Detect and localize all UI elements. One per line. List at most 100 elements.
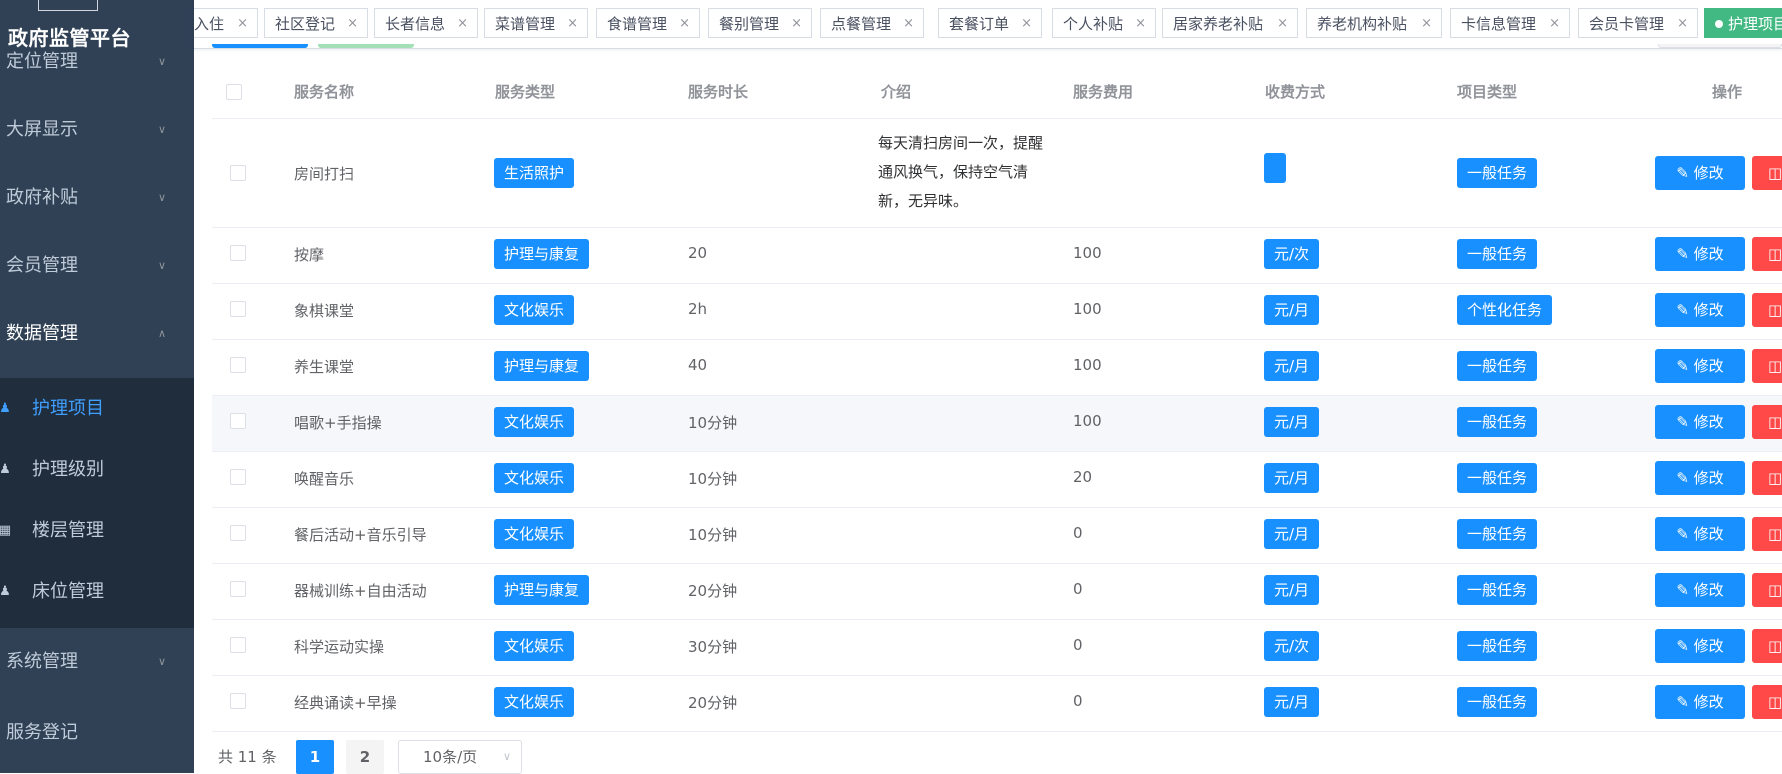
- edit-button[interactable]: ✎ 修改: [1655, 293, 1745, 327]
- row-checkbox[interactable]: [230, 637, 246, 653]
- close-icon[interactable]: ×: [567, 9, 578, 39]
- tag-institution-subsidy[interactable]: 养老机构补贴 ×: [1306, 8, 1442, 38]
- close-icon[interactable]: ×: [457, 9, 468, 39]
- edit-button[interactable]: ✎ 修改: [1655, 517, 1745, 551]
- tag-home-care-subsidy[interactable]: 居家养老补贴 ×: [1162, 8, 1298, 38]
- edit-label: 修改: [1693, 637, 1724, 655]
- menu-label: 数据管理: [6, 323, 78, 344]
- type-badge: 护理与康复: [494, 575, 590, 605]
- cell-fee: 0: [1073, 692, 1083, 710]
- tag-elder-info[interactable]: 长者信息 ×: [374, 8, 478, 38]
- close-icon[interactable]: ×: [903, 9, 914, 39]
- menu-member[interactable]: 会员管理 ∨: [0, 238, 194, 294]
- close-icon[interactable]: ×: [1021, 9, 1032, 39]
- edit-button[interactable]: ✎ 修改: [1655, 629, 1745, 663]
- tag-community-register[interactable]: 社区登记 ×: [264, 8, 368, 38]
- edit-button[interactable]: ✎ 修改: [1655, 405, 1745, 439]
- toolbar-button-partial[interactable]: [212, 44, 308, 48]
- row-checkbox[interactable]: [230, 581, 246, 597]
- tag-order-manage[interactable]: 点餐管理 ×: [820, 8, 924, 38]
- tag-recipe-manage[interactable]: 食谱管理 ×: [596, 8, 700, 38]
- tag-personal-subsidy[interactable]: 个人补贴 ×: [1052, 8, 1156, 38]
- charge-badge: 元/次: [1264, 239, 1320, 269]
- close-icon[interactable]: ×: [1135, 9, 1146, 39]
- edit-button[interactable]: ✎ 修改: [1655, 461, 1745, 495]
- page-button-1[interactable]: 1: [296, 740, 334, 774]
- delete-button[interactable]: ◫: [1752, 405, 1782, 439]
- table-row: 唱歌+手指操 文化娱乐 10分钟 100 元/月 一般任务 ✎ 修改 ◫: [212, 396, 1782, 452]
- row-checkbox[interactable]: [230, 165, 246, 181]
- sidebar-item-nursing-level[interactable]: ♟ 护理级别: [0, 439, 194, 501]
- tag-dish-manage[interactable]: 菜谱管理 ×: [484, 8, 588, 38]
- sidebar-item-floor[interactable]: ▦ 楼层管理: [0, 500, 194, 562]
- select-all-checkbox[interactable]: [226, 84, 242, 100]
- type-badge: 文化娱乐: [494, 687, 575, 717]
- row-checkbox[interactable]: [230, 525, 246, 541]
- menu-gov-subsidy[interactable]: 政府补贴 ∨: [0, 170, 194, 226]
- cell-duration: 20分钟: [688, 694, 738, 712]
- tag-label: 社区登记: [275, 15, 336, 33]
- tag-package-order[interactable]: 套餐订单 ×: [938, 8, 1042, 38]
- close-icon[interactable]: ×: [1677, 9, 1688, 39]
- delete-button[interactable]: ◫: [1752, 461, 1782, 495]
- project-badge: 一般任务: [1457, 239, 1538, 269]
- type-badge: 生活照护: [494, 158, 575, 188]
- edit-button[interactable]: ✎ 修改: [1655, 685, 1745, 719]
- page-size-select[interactable]: 10条/页 ∨: [398, 740, 522, 774]
- delete-button[interactable]: ◫: [1752, 629, 1782, 663]
- row-checkbox[interactable]: [230, 357, 246, 373]
- tag-meal-type[interactable]: 餐别管理 ×: [708, 8, 812, 38]
- sidebar-item-nursing-project[interactable]: ♟ 护理项目: [0, 378, 194, 440]
- delete-button[interactable]: ◫: [1752, 517, 1782, 551]
- row-checkbox[interactable]: [230, 413, 246, 429]
- tag-checkin[interactable]: 入住 ×: [194, 8, 258, 38]
- charge-badge: 元/月: [1264, 351, 1320, 381]
- submenu-data: ♟ 护理项目 ♟ 护理级别 ▦ 楼层管理 ♟ 床位管理: [0, 378, 194, 628]
- table-header: 服务名称 服务类型 服务时长 介绍 服务费用 收费方式 项目类型 操作: [212, 50, 1782, 119]
- close-icon[interactable]: ×: [679, 9, 690, 39]
- cell-fee: 100: [1073, 412, 1102, 430]
- row-checkbox[interactable]: [230, 245, 246, 261]
- page-button-2[interactable]: 2: [346, 740, 384, 774]
- person-icon: ♟: [0, 462, 11, 477]
- row-checkbox[interactable]: [230, 301, 246, 317]
- close-icon[interactable]: ×: [237, 9, 248, 39]
- sidebar-item-bed[interactable]: ♟ 床位管理: [0, 561, 194, 623]
- tag-nursing-project[interactable]: 护理项目: [1704, 8, 1782, 38]
- delete-button[interactable]: ◫: [1752, 685, 1782, 719]
- close-icon[interactable]: ×: [347, 9, 358, 39]
- tag-label: 餐别管理: [719, 15, 780, 33]
- menu-system[interactable]: 系统管理 ∨: [0, 634, 194, 690]
- table-row: 科学运动实操 文化娱乐 30分钟 0 元/次 一般任务 ✎ 修改 ◫: [212, 620, 1782, 676]
- edit-button[interactable]: ✎ 修改: [1655, 237, 1745, 271]
- tag-label: 个人补贴: [1063, 15, 1124, 33]
- edit-button[interactable]: ✎ 修改: [1655, 156, 1745, 190]
- edit-button[interactable]: ✎ 修改: [1655, 349, 1745, 383]
- row-checkbox[interactable]: [230, 693, 246, 709]
- row-checkbox[interactable]: [230, 469, 246, 485]
- close-icon[interactable]: ×: [791, 9, 802, 39]
- close-icon[interactable]: ×: [1549, 9, 1560, 39]
- menu-service-register[interactable]: 服务登记: [0, 705, 194, 761]
- tag-member-card[interactable]: 会员卡管理 ×: [1578, 8, 1698, 38]
- menu-data[interactable]: 数据管理 ∧: [0, 306, 194, 362]
- tag-card-info[interactable]: 卡信息管理 ×: [1450, 8, 1570, 38]
- delete-button[interactable]: ◫: [1752, 156, 1782, 190]
- delete-button[interactable]: ◫: [1752, 349, 1782, 383]
- toolbar-button-partial[interactable]: [318, 44, 414, 48]
- menu-location[interactable]: 定位管理 ∨: [0, 34, 194, 90]
- delete-button[interactable]: ◫: [1752, 573, 1782, 607]
- chevron-down-icon: ∨: [157, 655, 167, 668]
- edit-icon: ✎: [1676, 413, 1689, 431]
- close-icon[interactable]: ×: [1421, 9, 1432, 39]
- project-badge: 一般任务: [1457, 158, 1538, 188]
- delete-button[interactable]: ◫: [1752, 293, 1782, 327]
- delete-button[interactable]: ◫: [1752, 237, 1782, 271]
- menu-big-screen[interactable]: 大屏显示 ∨: [0, 102, 194, 158]
- edit-label: 修改: [1693, 245, 1724, 263]
- toolbar-right-buttons-partial[interactable]: [1658, 44, 1782, 48]
- tag-label: 养老机构补贴: [1317, 15, 1408, 33]
- close-icon[interactable]: ×: [1277, 9, 1288, 39]
- cell-fee: 0: [1073, 524, 1083, 542]
- edit-button[interactable]: ✎ 修改: [1655, 573, 1745, 607]
